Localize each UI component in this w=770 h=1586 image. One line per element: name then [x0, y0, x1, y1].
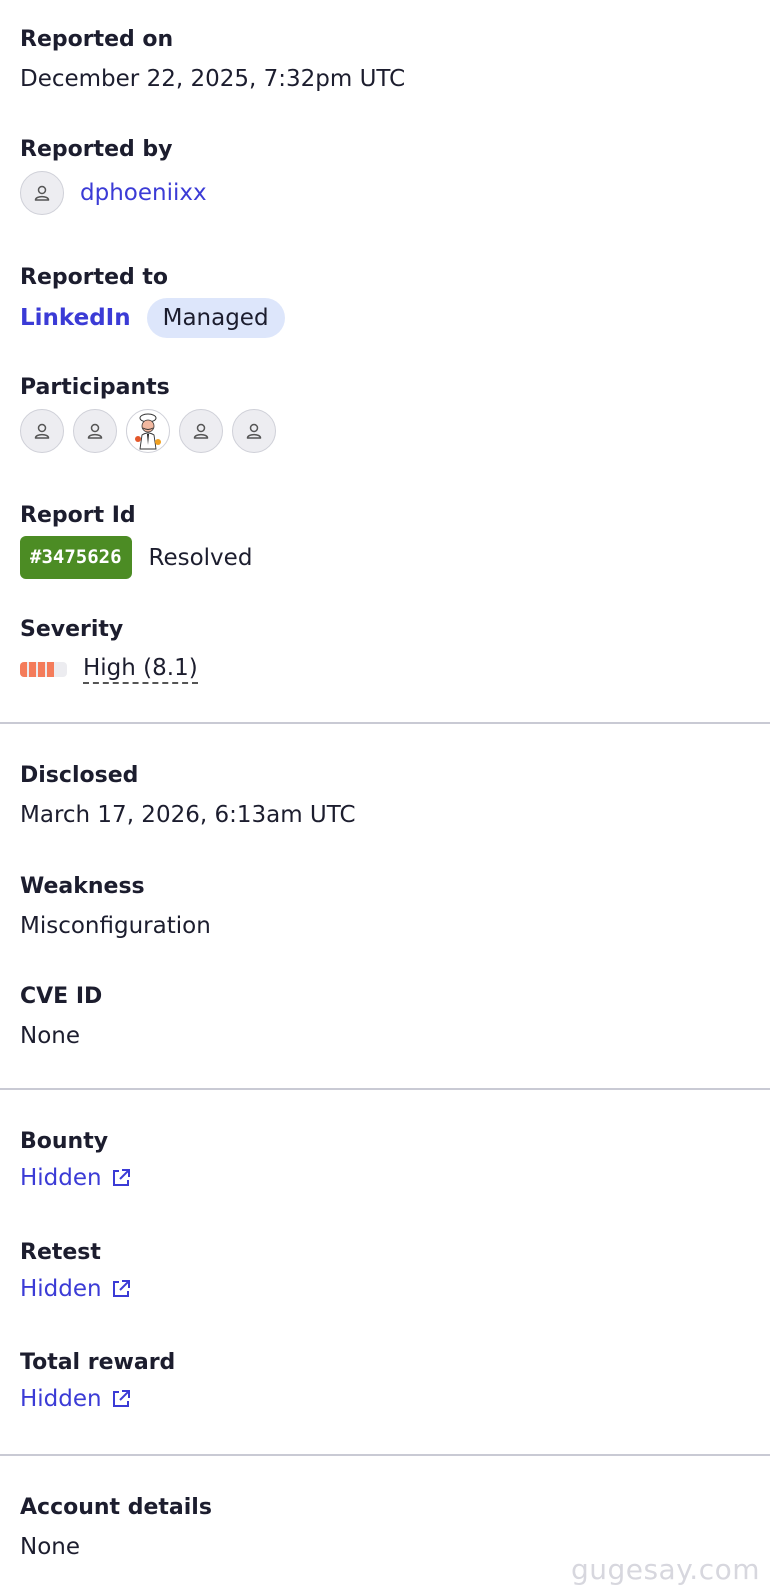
section-divider: [0, 1088, 770, 1090]
weakness-label: Weakness: [20, 874, 145, 899]
total-reward-link[interactable]: Hidden: [20, 1386, 175, 1412]
severity-meter-segment: [38, 661, 45, 677]
external-link-icon: [112, 1169, 130, 1186]
severity-meter-segment: [29, 661, 36, 677]
user-icon: [34, 185, 50, 201]
external-link-icon: [112, 1390, 130, 1407]
participant-avatar[interactable]: [73, 409, 117, 453]
retest-value[interactable]: Hidden: [20, 1276, 102, 1302]
external-link-icon: [112, 1280, 130, 1297]
disclosed-label: Disclosed: [20, 763, 139, 788]
reported-on-label: Reported on: [20, 27, 174, 52]
participant-avatar-cartoon[interactable]: [126, 409, 170, 453]
retest-section: Retest Hidden: [20, 1239, 132, 1302]
cartoon-chef-avatar-icon: [135, 413, 161, 450]
weakness-section: Weakness Misconfiguration: [20, 873, 211, 942]
reported-by-section: Reported by dphoeniixx: [20, 136, 207, 215]
cve-section: CVE ID None: [20, 983, 102, 1052]
reported-to-section: Reported to LinkedIn Managed: [20, 264, 285, 338]
account-details-label: Account details: [20, 1495, 212, 1520]
bounty-section: Bounty Hidden: [20, 1128, 132, 1191]
cve-label: CVE ID: [20, 984, 103, 1009]
participant-avatar[interactable]: [179, 409, 223, 453]
reported-by-label: Reported by: [20, 137, 173, 162]
account-details-value: None: [20, 1534, 81, 1560]
program-link[interactable]: LinkedIn: [20, 305, 131, 331]
total-reward-section: Total reward Hidden: [20, 1349, 175, 1412]
disclosed-value: March 17, 2026, 6:13am UTC: [20, 802, 356, 828]
bounty-value[interactable]: Hidden: [20, 1165, 102, 1191]
report-id-label: Report Id: [20, 503, 136, 528]
disclosed-section: Disclosed March 17, 2026, 6:13am UTC: [20, 762, 356, 831]
report-id-badge: #3475626: [20, 536, 132, 579]
watermark: gugesay.com: [570, 1553, 760, 1586]
section-divider: [0, 1454, 770, 1456]
account-details-section: Account details None: [20, 1494, 212, 1563]
participants-label: Participants: [20, 375, 170, 400]
reported-on-section: Reported on December 22, 2025, 7:32pm UT…: [20, 26, 405, 95]
participants-section: Participants: [20, 374, 276, 453]
participant-avatar[interactable]: [20, 409, 64, 453]
participants-avatar-list: [20, 409, 276, 453]
bounty-label: Bounty: [20, 1129, 109, 1154]
reported-on-value: December 22, 2025, 7:32pm UTC: [20, 66, 406, 92]
severity-meter: [20, 661, 67, 677]
reported-to-label: Reported to: [20, 265, 169, 290]
severity-label: Severity: [20, 617, 124, 642]
severity-meter-segment: [47, 661, 54, 677]
severity-rating[interactable]: High (8.1): [83, 654, 198, 684]
report-status: Resolved: [148, 544, 253, 571]
user-icon: [193, 423, 209, 439]
managed-badge: Managed: [146, 298, 285, 338]
user-icon: [246, 423, 262, 439]
participant-avatar[interactable]: [232, 409, 276, 453]
user-icon: [34, 423, 50, 439]
cve-value: None: [20, 1023, 81, 1049]
report-id-section: Report Id #3475626 Resolved: [20, 502, 252, 579]
retest-link[interactable]: Hidden: [20, 1276, 132, 1302]
total-reward-value[interactable]: Hidden: [20, 1386, 102, 1412]
reporter-avatar[interactable]: [20, 171, 64, 215]
total-reward-label: Total reward: [20, 1350, 176, 1375]
section-divider: [0, 722, 770, 724]
user-icon: [87, 423, 103, 439]
retest-label: Retest: [20, 1240, 101, 1265]
severity-meter-segment: [20, 661, 27, 677]
severity-section: Severity High (8.1): [20, 616, 198, 684]
reporter-username-link[interactable]: dphoeniixx: [80, 180, 207, 206]
bounty-link[interactable]: Hidden: [20, 1165, 132, 1191]
weakness-value: Misconfiguration: [20, 913, 211, 939]
